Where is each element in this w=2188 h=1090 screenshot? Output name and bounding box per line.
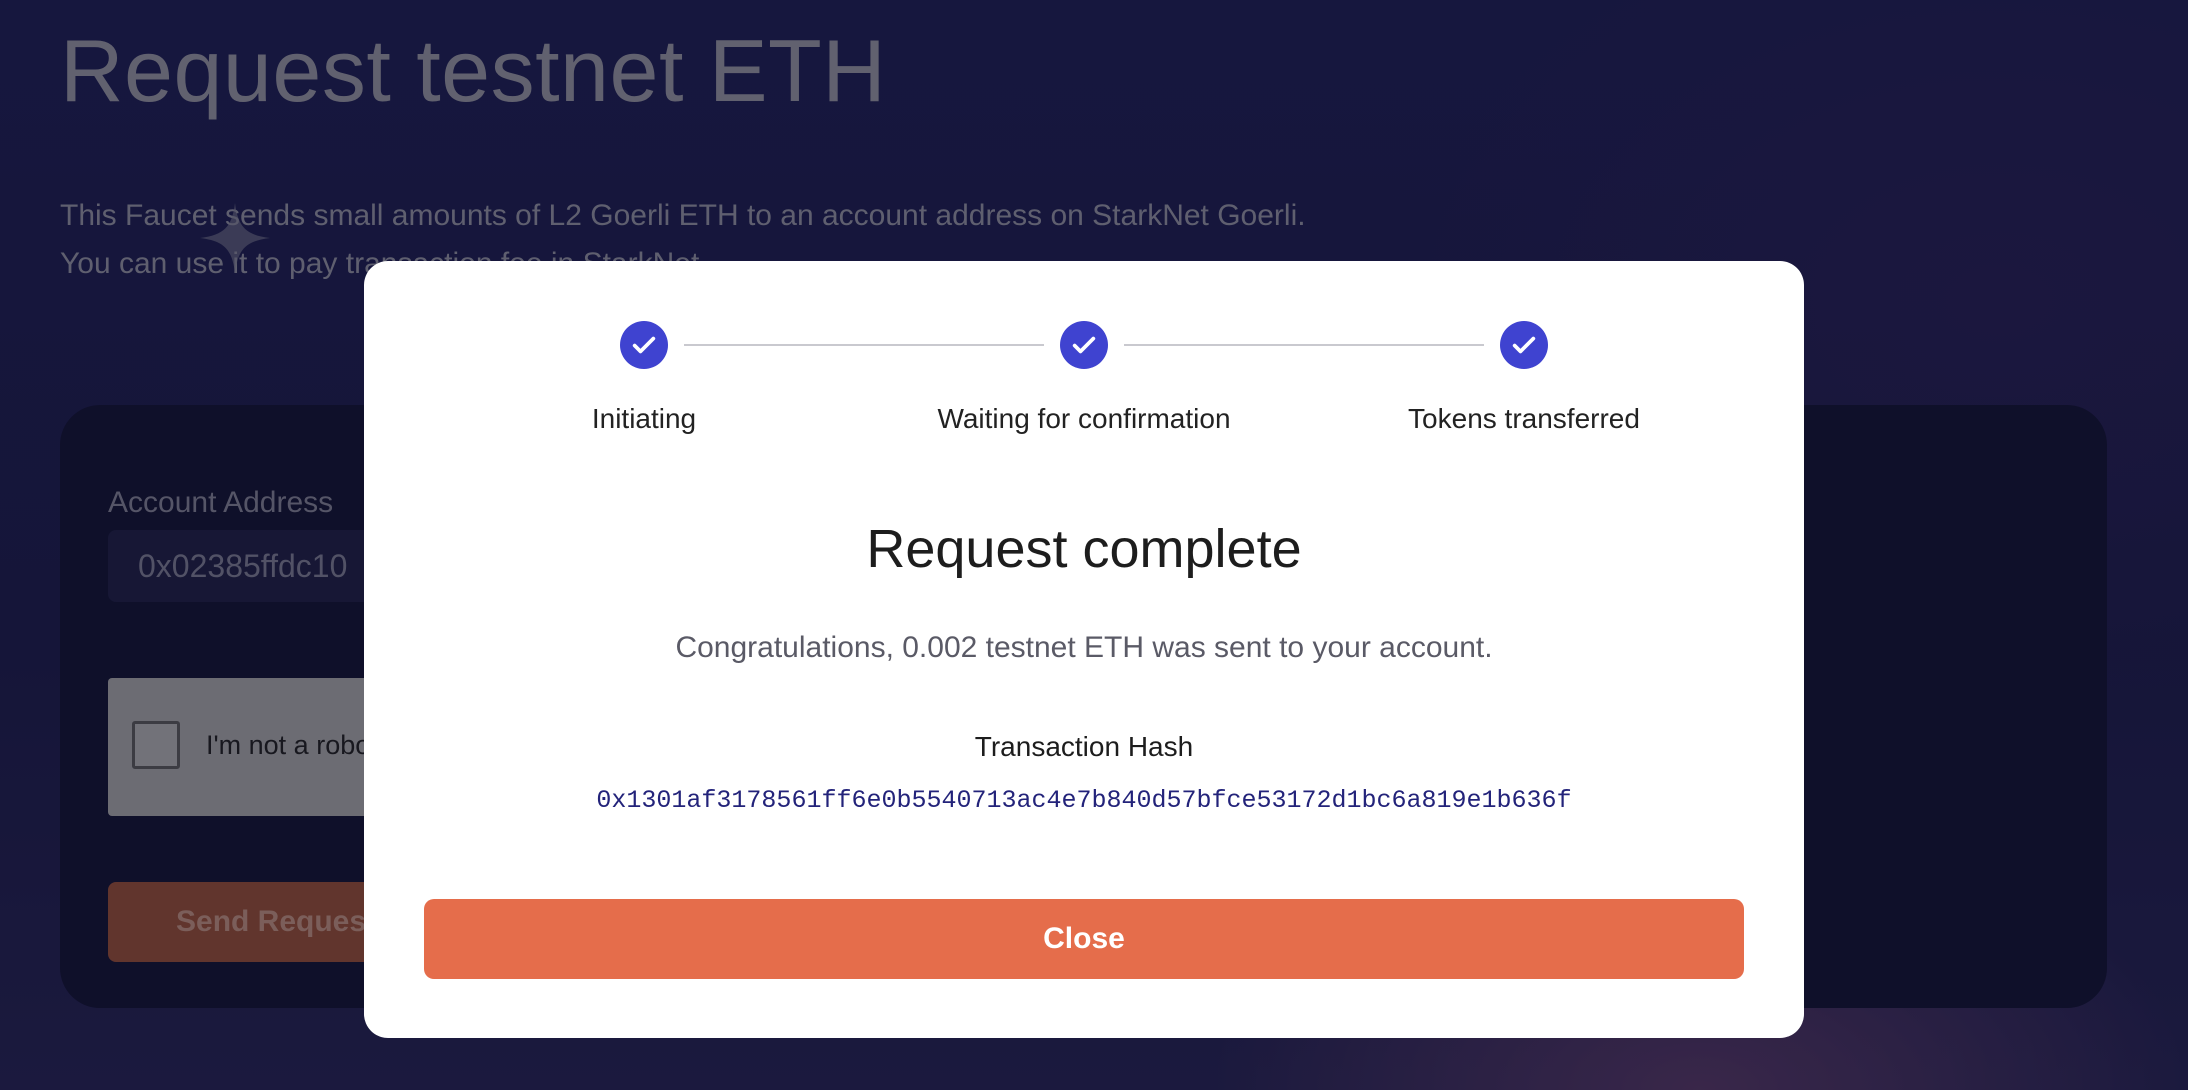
step-label-tokens-transferred: Tokens transferred	[1408, 403, 1640, 434]
step-connector	[1124, 344, 1484, 346]
modal-message: Congratulations, 0.002 testnet ETH was s…	[675, 631, 1493, 664]
step-connector	[684, 344, 1044, 346]
transaction-hash-value: 0x1301af3178561ff6e0b5540713ac4e7b840d57…	[596, 786, 1572, 815]
step-confirmation-check-icon	[1060, 321, 1108, 369]
close-button[interactable]: Close	[424, 899, 1744, 979]
modal-title: Request complete	[866, 519, 1302, 579]
step-label-waiting-confirmation: Waiting for confirmation	[937, 403, 1231, 434]
request-complete-modal: Initiating Waiting for confirmation Toke…	[364, 261, 1804, 1038]
transaction-hash-label: Transaction Hash	[974, 731, 1194, 762]
step-transferred-check-icon	[1500, 321, 1548, 369]
step-label-initiating: Initiating	[591, 403, 697, 434]
step-initiating-check-icon	[620, 321, 668, 369]
